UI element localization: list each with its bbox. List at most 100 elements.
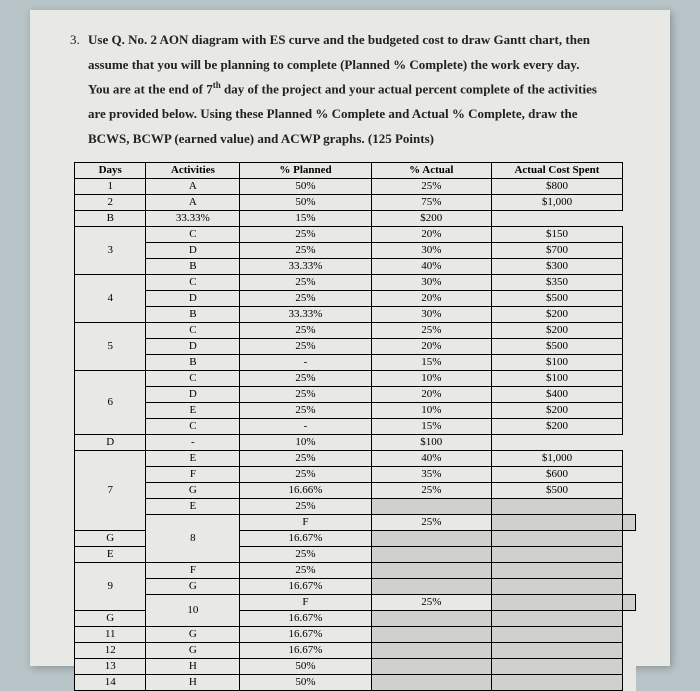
cell-actual <box>371 562 491 578</box>
cell-planned: 16.67% <box>240 530 371 546</box>
table-row: 4C25%30%$350 <box>75 274 636 290</box>
cell-spent <box>491 578 622 594</box>
table-row: 12G16.67% <box>75 642 636 658</box>
cell-spent: $200 <box>371 210 491 226</box>
table-row: 6C25%10%$100 <box>75 370 636 386</box>
header-days: Days <box>75 162 146 178</box>
cell-planned: 16.66% <box>240 482 371 498</box>
table-row: B33.33%15%$200 <box>75 210 636 226</box>
cell-spent: $400 <box>491 386 622 402</box>
cell-planned: 50% <box>240 674 371 690</box>
cell-planned: 25% <box>240 242 371 258</box>
cell-planned: 50% <box>240 178 371 194</box>
cell-day: 6 <box>75 370 146 434</box>
cell-spent: $1,000 <box>491 450 622 466</box>
data-table: Days Activities % Planned % Actual Actua… <box>74 162 636 691</box>
cell-actual <box>371 626 491 642</box>
table-row: B33.33%30%$200 <box>75 306 636 322</box>
cell-spent: $100 <box>491 370 622 386</box>
cell-planned: 25% <box>240 370 371 386</box>
table-row: 5C25%25%$200 <box>75 322 636 338</box>
cell-planned: 25% <box>371 514 491 530</box>
cell-spent: $350 <box>491 274 622 290</box>
cell-actual <box>371 658 491 674</box>
cell-day: 10 <box>146 594 240 626</box>
table-row: E25% <box>75 498 636 514</box>
cell-activity: E <box>146 498 240 514</box>
cell-spent: $600 <box>491 466 622 482</box>
cell-spent: $800 <box>491 178 622 194</box>
cell-day: 12 <box>75 642 146 658</box>
cell-activity: D <box>146 290 240 306</box>
cell-day: 13 <box>75 658 146 674</box>
cell-actual: 20% <box>371 338 491 354</box>
header-planned: % Planned <box>240 162 371 178</box>
cell-day: 3 <box>75 226 146 274</box>
header-actual: % Actual <box>371 162 491 178</box>
table-row: 14H50% <box>75 674 636 690</box>
cell-spent: $300 <box>491 258 622 274</box>
question-text: 3. Use Q. No. 2 AON diagram with ES curv… <box>74 28 636 152</box>
cell-spent <box>491 562 622 578</box>
q-line-5a: BCWS, BCWP (earned value) and ACWP graph… <box>88 131 368 146</box>
table-row: 9F25% <box>75 562 636 578</box>
cell-actual <box>371 642 491 658</box>
cell-activity: C <box>146 418 240 434</box>
table-row: B-15%$100 <box>75 354 636 370</box>
cell-planned: 25% <box>240 386 371 402</box>
cell-actual <box>371 674 491 690</box>
cell-activity: F <box>240 594 371 610</box>
q-line-2: assume that you will be planning to comp… <box>88 57 579 72</box>
cell-planned: 25% <box>240 562 371 578</box>
cell-planned: - <box>240 354 371 370</box>
cell-day: 11 <box>75 626 146 642</box>
cell-planned: 33.33% <box>240 306 371 322</box>
table-row: 8F25% <box>75 514 636 530</box>
cell-activity: E <box>146 450 240 466</box>
cell-activity: G <box>146 482 240 498</box>
table-row: D25%20%$500 <box>75 338 636 354</box>
cell-spent: $500 <box>491 338 622 354</box>
cell-spent: $1,000 <box>491 194 622 210</box>
table-row: D25%30%$700 <box>75 242 636 258</box>
cell-activity: B <box>146 306 240 322</box>
cell-spent: $100 <box>371 434 491 450</box>
cell-activity: F <box>240 514 371 530</box>
cell-activity: B <box>146 258 240 274</box>
cell-spent <box>623 594 636 610</box>
cell-actual: 20% <box>371 226 491 242</box>
cell-activity: G <box>146 626 240 642</box>
cell-spent <box>491 642 622 658</box>
cell-planned: 25% <box>240 226 371 242</box>
cell-activity: F <box>146 562 240 578</box>
cell-planned: - <box>146 434 240 450</box>
cell-activity: C <box>146 322 240 338</box>
cell-spent <box>491 658 622 674</box>
cell-planned: 25% <box>240 466 371 482</box>
cell-planned: 16.67% <box>240 578 371 594</box>
cell-planned: - <box>240 418 371 434</box>
cell-actual <box>371 546 491 562</box>
cell-activity: B <box>146 354 240 370</box>
cell-spent <box>491 610 622 626</box>
cell-day: 5 <box>75 322 146 370</box>
cell-actual <box>371 498 491 514</box>
table-row: G16.67% <box>75 578 636 594</box>
cell-activity: H <box>146 658 240 674</box>
cell-spent: $500 <box>491 290 622 306</box>
cell-planned: 50% <box>240 194 371 210</box>
cell-planned: 25% <box>240 338 371 354</box>
cell-actual: 40% <box>371 258 491 274</box>
question-number: 3. <box>70 28 80 53</box>
cell-activity: D <box>146 338 240 354</box>
cell-actual: 30% <box>371 242 491 258</box>
table-row: D-10%$100 <box>75 434 636 450</box>
cell-planned: 25% <box>371 594 491 610</box>
cell-actual: 15% <box>371 418 491 434</box>
cell-spent: $200 <box>491 402 622 418</box>
cell-activity: E <box>75 546 146 562</box>
cell-actual <box>371 610 491 626</box>
table-row: G16.66%25%$500 <box>75 482 636 498</box>
cell-day: 9 <box>75 562 146 610</box>
cell-spent <box>491 530 622 546</box>
